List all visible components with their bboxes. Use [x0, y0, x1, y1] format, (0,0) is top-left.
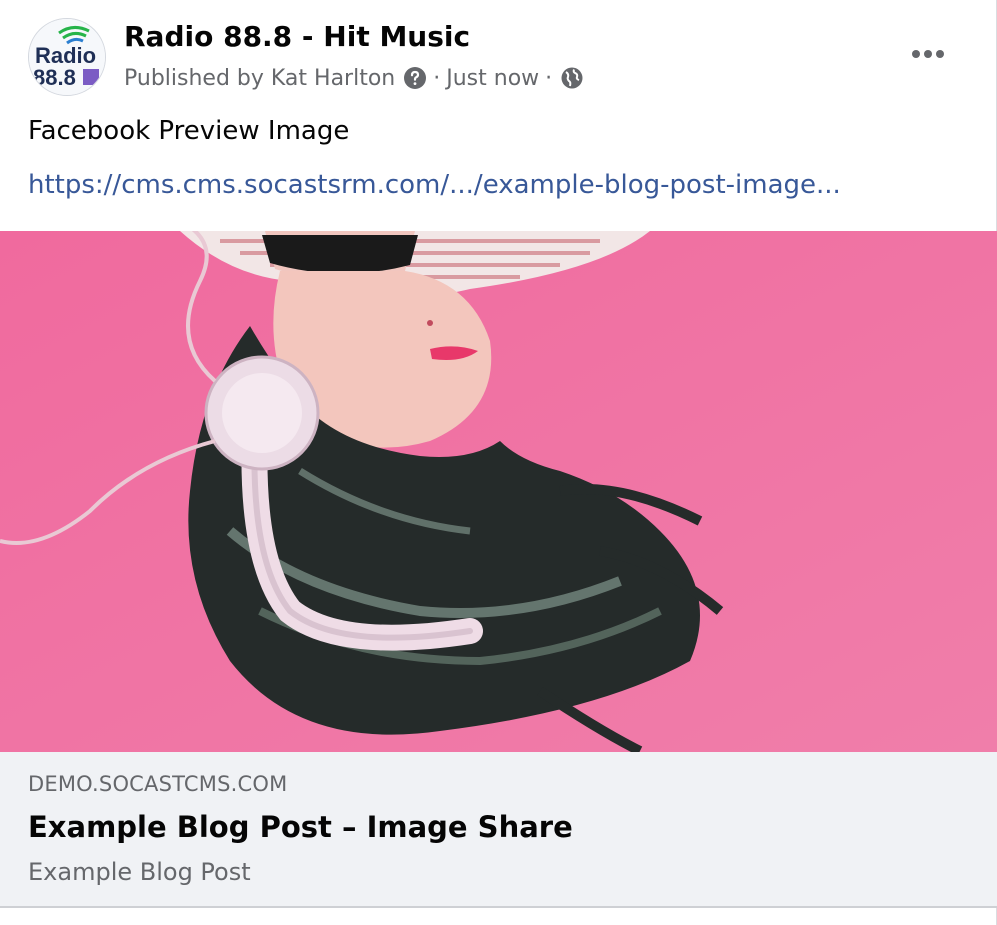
page-name[interactable]: Radio 88.8 - Hit Music: [124, 20, 470, 53]
globe-icon[interactable]: [560, 66, 584, 90]
link-domain: DEMO.SOCASTCMS.COM: [28, 772, 288, 796]
meta-separator: ·: [545, 65, 553, 91]
link-description: Example Blog Post: [28, 858, 251, 886]
facebook-post: Radio 88.8 Radio 88.8 - Hit Music Publis…: [0, 0, 997, 925]
post-meta: Published by Kat Harlton · Just now ·: [124, 62, 584, 94]
woman-with-headphones-image: [0, 231, 997, 752]
published-by-text[interactable]: Published by Kat Harlton: [124, 66, 395, 91]
post-header: Radio 88.8 Radio 88.8 - Hit Music Publis…: [0, 0, 997, 110]
post-message: Facebook Preview Image: [28, 116, 350, 146]
post-link[interactable]: https://cms.cms.socastsrm.com/.../exampl…: [28, 170, 841, 200]
meta-separator: ·: [433, 65, 441, 91]
radio-logo-icon: Radio 88.8: [29, 19, 105, 95]
more-options-button[interactable]: [902, 36, 954, 72]
link-preview-card[interactable]: DEMO.SOCASTCMS.COM Example Blog Post – I…: [0, 752, 997, 908]
link-title[interactable]: Example Blog Post – Image Share: [28, 810, 573, 844]
page-avatar[interactable]: Radio 88.8: [28, 18, 106, 96]
post-timestamp[interactable]: Just now: [446, 66, 539, 91]
link-preview-image[interactable]: [0, 231, 997, 752]
more-horizontal-icon: [912, 50, 944, 58]
question-circle-icon[interactable]: [403, 66, 427, 90]
logo-frequency: 88.8: [33, 65, 76, 90]
